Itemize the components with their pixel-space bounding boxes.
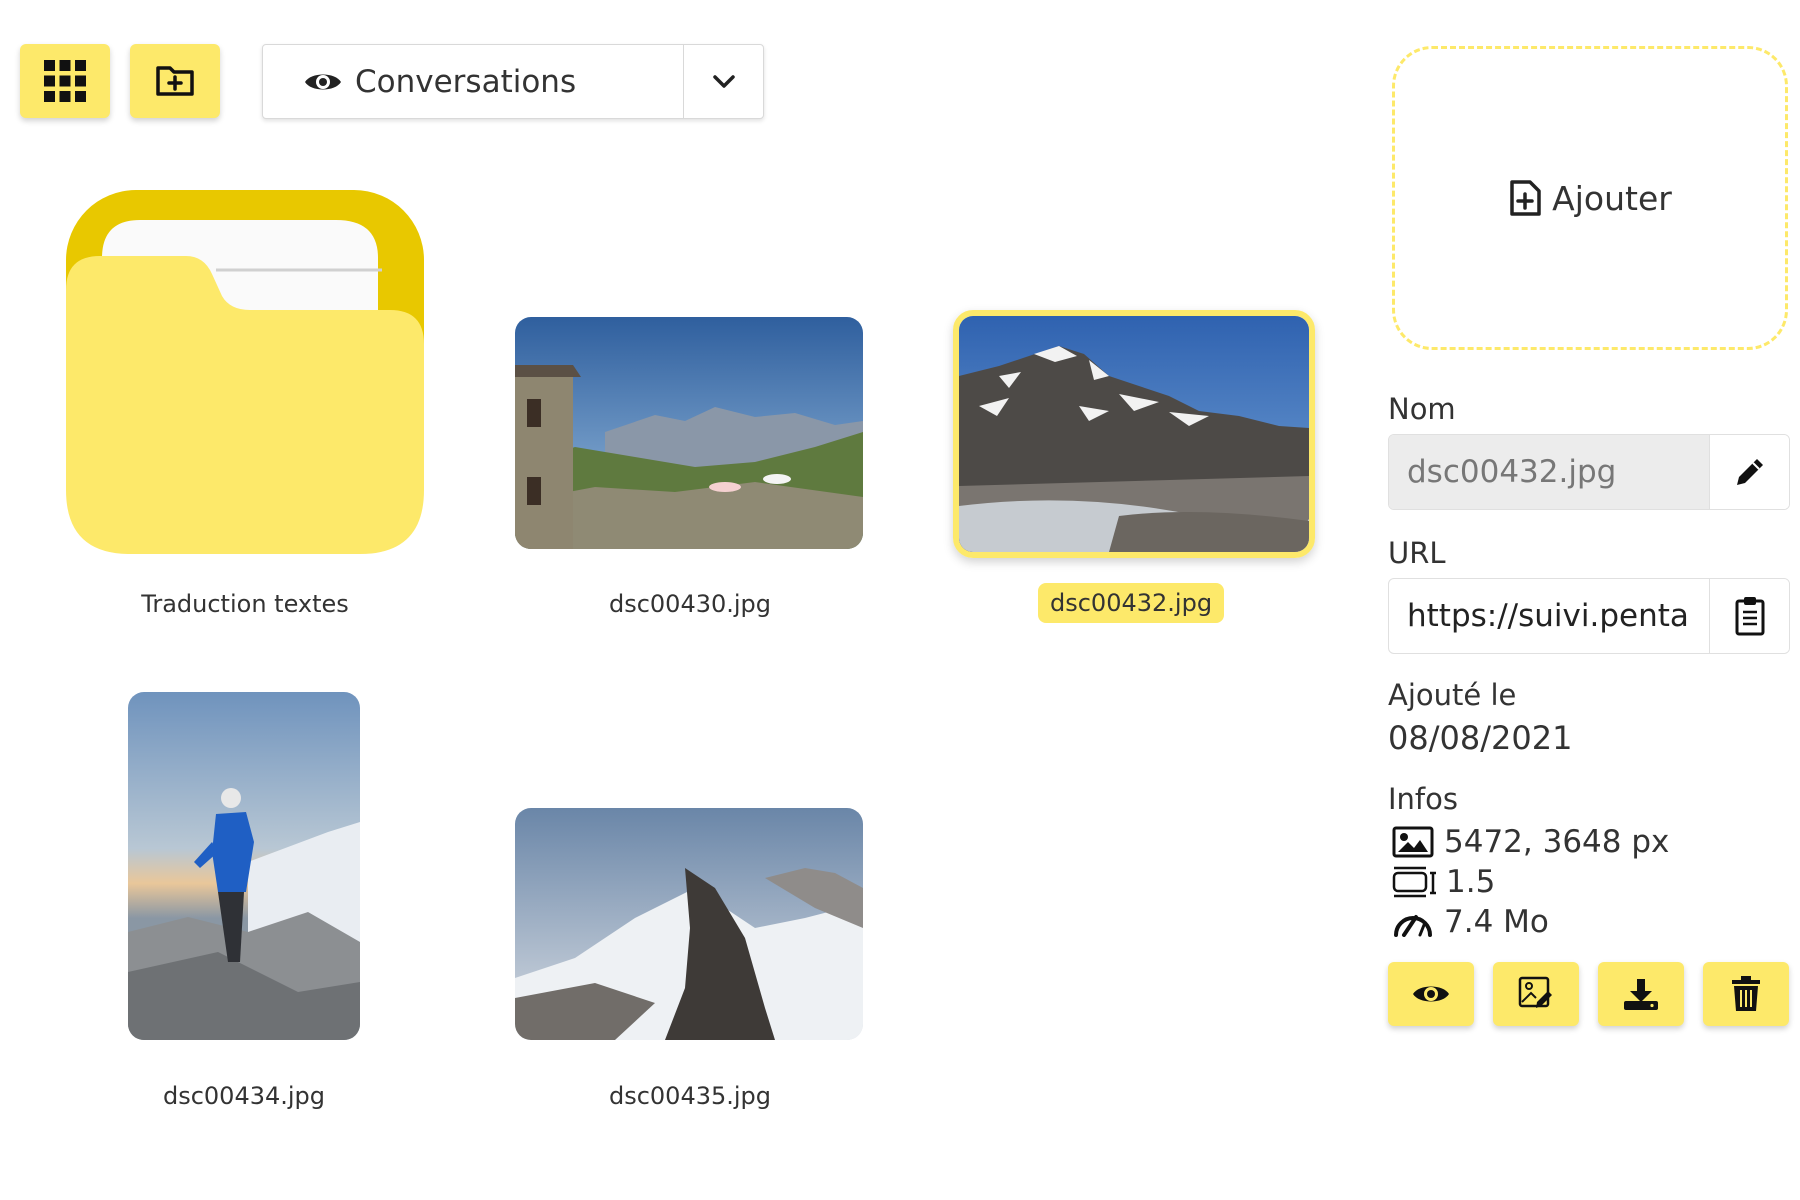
folder-icon <box>66 190 424 558</box>
ratio-icon <box>1392 865 1436 899</box>
info-dimensions-value: 5472, 3648 px <box>1444 824 1670 860</box>
info-size: 7.4 Mo <box>1392 904 1549 940</box>
name-label: Nom <box>1388 392 1456 426</box>
dropzone-label: Ajouter <box>1552 178 1672 218</box>
info-dimensions: 5472, 3648 px <box>1392 824 1669 860</box>
image-icon <box>1392 826 1434 858</box>
info-ratio: 1.5 <box>1392 864 1495 900</box>
name-field: dsc00432.jpg <box>1388 434 1790 510</box>
upload-dropzone[interactable]: Ajouter <box>1392 46 1788 350</box>
added-date: 08/08/2021 <box>1388 719 1573 757</box>
grid-view-button[interactable] <box>20 44 110 118</box>
new-folder-button[interactable] <box>130 44 220 118</box>
preview-button[interactable] <box>1388 962 1474 1026</box>
copy-url-button[interactable] <box>1709 579 1789 653</box>
name-value: dsc00432.jpg <box>1389 435 1709 509</box>
clipboard-icon <box>1735 596 1765 636</box>
edit-image-button[interactable] <box>1493 962 1579 1026</box>
image-thumbnail <box>959 316 1309 552</box>
item-name: dsc00435.jpg <box>608 1082 772 1110</box>
file-plus-icon <box>1508 179 1542 217</box>
view-select-label: Conversations <box>355 63 577 100</box>
view-select[interactable]: Conversations <box>262 44 764 119</box>
url-field[interactable]: https://suivi.penta <box>1388 578 1790 654</box>
trash-icon <box>1731 976 1761 1012</box>
delete-button[interactable] <box>1703 962 1789 1026</box>
item-name: dsc00434.jpg <box>162 1082 326 1110</box>
pencil-icon <box>1733 455 1767 489</box>
view-select-value[interactable]: Conversations <box>263 45 683 118</box>
item-name: dsc00432.jpg <box>1038 583 1225 623</box>
item-name: Traduction textes <box>141 590 349 618</box>
dropdown-toggle[interactable] <box>683 45 763 118</box>
grid-icon <box>44 60 86 102</box>
info-ratio-value: 1.5 <box>1446 864 1496 900</box>
download-button[interactable] <box>1598 962 1684 1026</box>
info-size-value: 7.4 Mo <box>1444 904 1549 940</box>
url-value[interactable]: https://suivi.penta <box>1389 579 1709 653</box>
rename-button[interactable] <box>1709 435 1789 509</box>
eye-icon <box>303 69 343 95</box>
infos-label: Infos <box>1388 782 1458 816</box>
image-thumbnail <box>515 317 863 549</box>
gauge-icon <box>1392 907 1434 937</box>
image-edit-icon <box>1518 976 1554 1012</box>
url-label: URL <box>1388 536 1446 570</box>
image-thumbnail <box>128 692 360 1040</box>
image-thumbnail <box>515 808 863 1040</box>
folder-plus-icon <box>155 64 195 98</box>
item-name: dsc00430.jpg <box>608 590 772 618</box>
eye-icon <box>1411 981 1451 1007</box>
added-label: Ajouté le <box>1388 678 1517 712</box>
chevron-down-icon <box>712 74 735 89</box>
download-icon <box>1622 977 1660 1011</box>
